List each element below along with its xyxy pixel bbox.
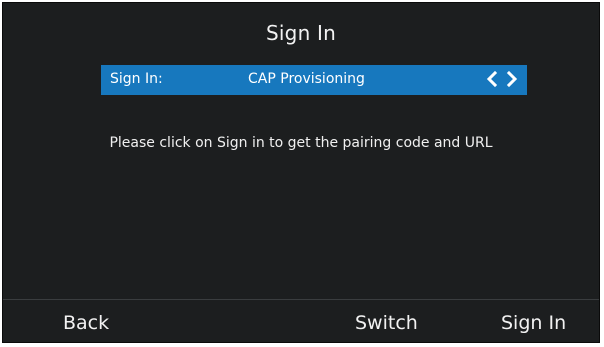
- chevron-right-icon[interactable]: [506, 70, 518, 88]
- softkey-divider: [3, 299, 599, 300]
- chevron-left-icon[interactable]: [486, 70, 498, 88]
- instruction-message: Please click on Sign in to get the pairi…: [109, 135, 493, 151]
- phone-screen: Sign In Sign In: CAP Provisioning Please…: [2, 2, 600, 343]
- switch-button[interactable]: Switch: [355, 312, 418, 334]
- sign-in-button[interactable]: Sign In: [501, 312, 566, 334]
- option-label: Sign In:: [110, 71, 163, 87]
- page-title: Sign In: [266, 21, 336, 45]
- option-value: CAP Provisioning: [248, 71, 365, 87]
- sign-in-option-row[interactable]: Sign In: CAP Provisioning: [101, 65, 527, 95]
- back-button[interactable]: Back: [63, 312, 109, 334]
- option-arrows: [486, 70, 518, 88]
